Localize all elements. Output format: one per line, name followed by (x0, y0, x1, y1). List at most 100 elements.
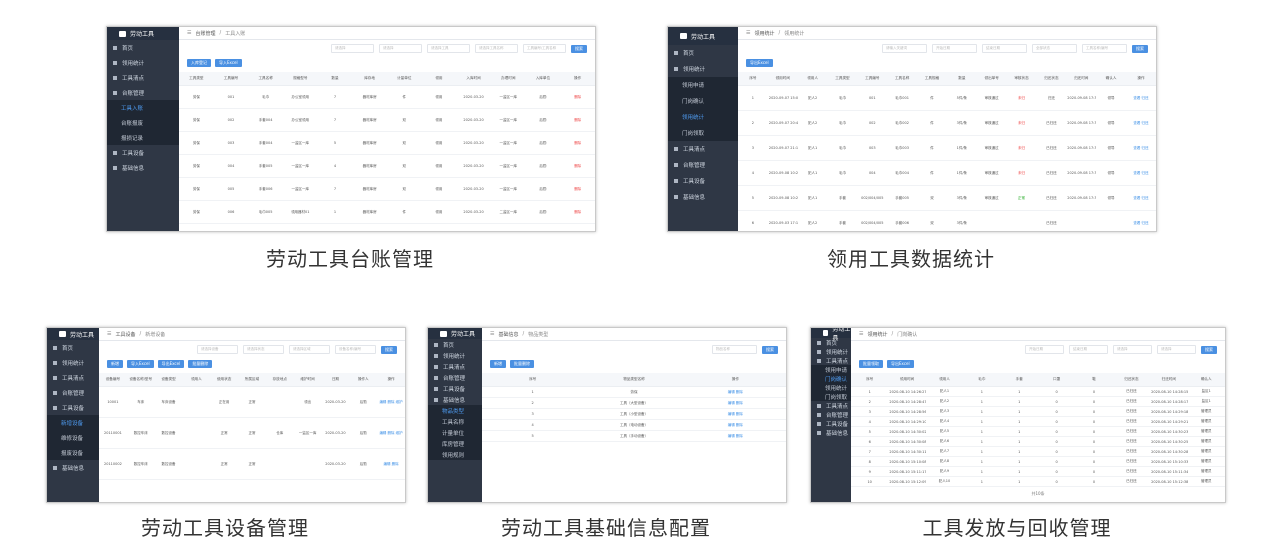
sidebar-item[interactable]: 领用规则 (428, 449, 482, 460)
table-row[interactable]: 3 2020-08-10 14:28:56 犯人3 1 1 0 0 已归还 2020-08-10… (851, 406, 1225, 417)
sidebar-item[interactable]: 门岗确认 (668, 93, 738, 109)
menu-toggle-icon[interactable]: ☰ (107, 331, 111, 337)
table-row[interactable]: 2 2020-08-10 14:28:47 犯人2 1 1 0 0 已归还 2020-08-10… (851, 396, 1225, 407)
sidebar-item[interactable]: 维修设备 (47, 430, 99, 445)
action-button[interactable]: 批量领取 (859, 360, 883, 368)
table-row[interactable]: 2 工具（大型设备） 编辑 删除 (482, 397, 786, 409)
table-row[interactable]: 劳保 002 手套004 办公室领用 7 器材库房双领用 2020-03-20 一监区一库 后勤… (179, 108, 595, 132)
sidebar-item[interactable]: 工具设备 (107, 145, 179, 160)
sidebar-item[interactable]: 工具清点 (47, 370, 99, 385)
table-row[interactable]: 20110002 数控车床 数控设备 正常 正常 2020-03-20 后勤 编辑 删除 (99, 448, 405, 480)
breadcrumb-root[interactable]: 领用统计 (867, 331, 887, 338)
table-row[interactable]: 5 工具（手动设备） 编辑 删除 (482, 430, 786, 442)
table-row[interactable]: 52020-09-08 10:22:42犯人1手套002/004/005手套00… (738, 185, 1156, 211)
filter-input[interactable]: 请选择 (379, 44, 422, 53)
filter-input[interactable]: 请输入关键词 (882, 44, 927, 53)
sidebar-item[interactable]: 工具清点 (811, 356, 851, 365)
sidebar-item[interactable]: 计量单位 (428, 427, 482, 438)
search-button[interactable]: 搜索 (571, 44, 587, 53)
menu-toggle-icon[interactable]: ☰ (746, 30, 750, 36)
menu-toggle-icon[interactable]: ☰ (187, 30, 191, 36)
sidebar-item[interactable]: 基础信息 (47, 460, 99, 475)
filter-input[interactable]: 结束日期 (982, 44, 1027, 53)
sidebar-item[interactable]: 基础信息 (428, 394, 482, 405)
action-button[interactable]: 新增 (490, 360, 506, 368)
sidebar-item[interactable]: 台账管理 (811, 410, 851, 419)
table-row[interactable]: 4 2020-08-10 14:29:10 犯人4 1 1 0 0 已归还 2020-08-10… (851, 416, 1225, 427)
filter-input[interactable]: 开始日期 (932, 44, 977, 53)
sidebar-item[interactable]: 台账管理 (428, 372, 482, 383)
table-row[interactable]: 62020-09-03 17:17:36犯人2手套002/004/005手套00… (738, 210, 1156, 231)
table-row[interactable]: 9 2020-08-10 15:11:17 犯人9 1 1 0 0 已归还 2020-08-10… (851, 466, 1225, 477)
sidebar-item[interactable]: 台账管理 (668, 157, 738, 173)
sidebar-item[interactable]: 台账管理 (107, 85, 179, 100)
action-button[interactable]: 新增 (107, 360, 123, 368)
table-row[interactable]: 7 2020-08-10 14:30:11 犯人7 1 1 0 0 已归还 2020-08-10… (851, 446, 1225, 457)
table-row[interactable]: 8 2020-08-10 15:10:08 犯人8 1 1 0 0 已归还 2020-08-10… (851, 456, 1225, 467)
sidebar-item[interactable]: 基础信息 (107, 160, 179, 175)
filter-input[interactable]: 设备名称/编号 (335, 345, 376, 354)
sidebar-item[interactable]: 首页 (107, 40, 179, 55)
table-row[interactable]: 劳保 006 毛巾005 领用器材01 1 器材库房件领用 2020-03-20 二监区一库后… (179, 200, 595, 224)
filter-input[interactable]: 请选择 (1113, 345, 1152, 354)
filter-input[interactable]: 全部状态 (1032, 44, 1077, 53)
sidebar-item[interactable]: 领用统计 (47, 355, 99, 370)
filter-input[interactable]: 工具名称/编号 (1082, 44, 1127, 53)
filter-input[interactable]: 请选择设备 (197, 345, 238, 354)
sidebar-item[interactable]: 工具设备 (668, 173, 738, 189)
table-row[interactable]: 12020-09-07 15:01:46犯人2毛巾001毛巾001件5件/条审核… (738, 85, 1156, 111)
table-row[interactable]: 10001 车床 车床设备 正在用 正常 领出 2020-03-20 后勤 编辑 删除 维护 (99, 386, 405, 418)
filter-input[interactable]: 请选择 (331, 44, 374, 53)
menu-toggle-icon[interactable]: ☰ (859, 331, 863, 337)
table-row[interactable]: 1 2020-08-10 14:26:27 犯人1 1 1 0 0 已归还 2020-08-10… (851, 386, 1225, 397)
action-button[interactable]: 导入Excel (215, 59, 242, 67)
sidebar-item[interactable]: 物品类型 (428, 405, 482, 416)
table-row[interactable]: 劳保 004 手套005 一监区一库 4 器材库房双领用 2020-03-20 一监区一库 后勤… (179, 154, 595, 178)
filter-input[interactable]: 请选择状态 (243, 345, 284, 354)
sidebar-item[interactable]: 新增设备 (47, 415, 99, 430)
table-row[interactable]: 10 2020-08-10 15:12:09 犯人10 1 1 0 0 已归还 2020-08-… (851, 476, 1225, 487)
sidebar-item[interactable]: 库房管理 (428, 438, 482, 449)
sidebar-item[interactable]: 台账管理 (47, 385, 99, 400)
breadcrumb-root[interactable]: 基础信息 (498, 331, 518, 338)
sidebar-item[interactable]: 领用统计 (811, 383, 851, 392)
action-button[interactable]: 批量删除 (510, 360, 534, 368)
action-button[interactable]: 导出Excel (157, 360, 185, 368)
filter-input[interactable]: 工具编号/工具名称 (523, 44, 566, 53)
sidebar-item[interactable]: 报废设备 (47, 445, 99, 460)
sidebar-item[interactable]: 基础信息 (811, 428, 851, 437)
sidebar-item[interactable]: 工具设备 (47, 400, 99, 415)
sidebar-item[interactable]: 工具清点 (107, 70, 179, 85)
menu-toggle-icon[interactable]: ☰ (490, 331, 494, 337)
search-button[interactable]: 搜索 (762, 345, 778, 354)
breadcrumb-root[interactable]: 台账管理 (195, 30, 215, 37)
sidebar-item[interactable]: 台账报废 (107, 115, 179, 130)
table-row[interactable]: 6 2020-08-10 14:30:08 犯人6 1 1 0 0 已归还 2020-08-10… (851, 436, 1225, 447)
table-row[interactable]: 42020-09-08 10:22:42犯人1毛巾004毛巾004件1件/条审核… (738, 160, 1156, 186)
sidebar-item[interactable]: 工具设备 (428, 383, 482, 394)
sidebar-item[interactable]: 领用申请 (811, 365, 851, 374)
sidebar-item[interactable]: 门岗领取 (811, 392, 851, 401)
sidebar-item[interactable]: 首页 (47, 340, 99, 355)
table-row[interactable]: 1 劳保 编辑 删除 (482, 386, 786, 398)
search-button[interactable]: 搜索 (381, 345, 397, 354)
sidebar-item[interactable]: 工具清点 (811, 401, 851, 410)
action-button[interactable]: 导入Excel (127, 360, 154, 368)
sidebar-item[interactable]: 工具设备 (811, 419, 851, 428)
table-row[interactable]: 4 工具（电动设备） 编辑 删除 (482, 419, 786, 431)
breadcrumb-root[interactable]: 领用统计 (754, 30, 774, 37)
sidebar-item[interactable]: 工具清点 (428, 361, 482, 372)
filter-input[interactable]: 请选择工具名称 (475, 44, 518, 53)
search-button[interactable]: 搜索 (1132, 44, 1148, 53)
table-row[interactable]: 劳保007毛巾007一监区一库1器材库房件领用2020-03-20二监区一库后勤… (179, 223, 595, 231)
filter-input[interactable]: 请选择区域 (289, 345, 330, 354)
filter-input[interactable]: 物品名称 (712, 345, 757, 354)
filter-input[interactable]: 结束日期 (1069, 345, 1108, 354)
sidebar-item[interactable]: 门岗领取 (668, 125, 738, 141)
table-row[interactable]: 5 2020-08-10 14:30:02 犯人5 1 1 0 0 已归还 2020-08-10… (851, 426, 1225, 437)
filter-input[interactable]: 开始日期 (1025, 345, 1064, 354)
sidebar-item[interactable]: 首页 (668, 45, 738, 61)
table-row[interactable]: 20110001 数控车床 数控设备 正常 正常 仓库 一监区一库 2020-03-20 后勤编… (99, 417, 405, 449)
sidebar-item[interactable]: 首页 (428, 339, 482, 350)
search-button[interactable]: 搜索 (1201, 345, 1217, 354)
